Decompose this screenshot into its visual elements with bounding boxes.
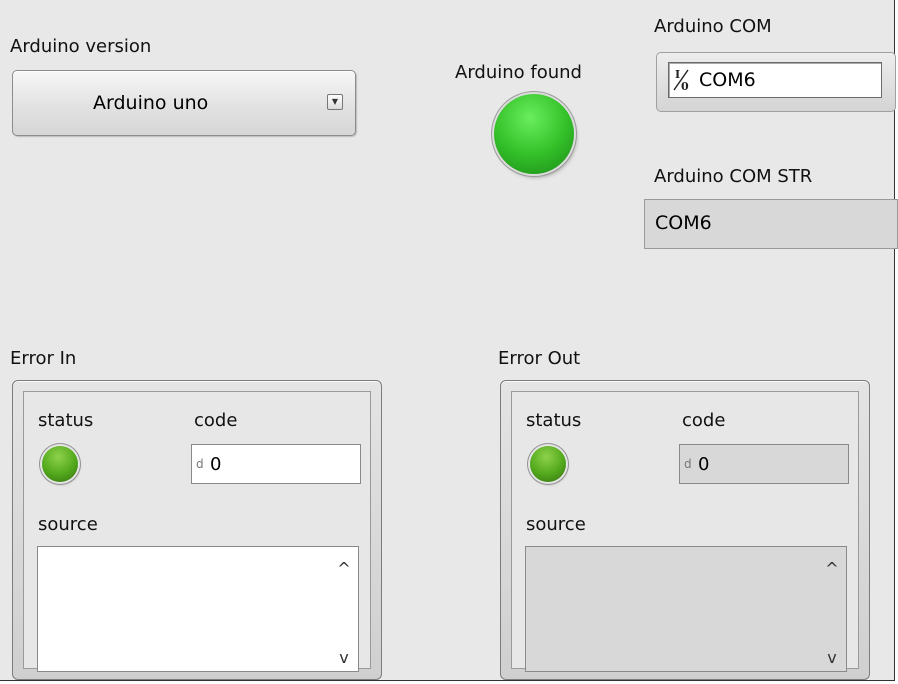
arduino-com-field[interactable]: I 0 COM6	[668, 62, 882, 98]
radix-indicator: d	[196, 457, 204, 471]
error-out-status-label: status	[526, 410, 582, 431]
visa-resource-icon: I 0	[672, 67, 692, 95]
error-in-inner: status code d 0 source ^ v	[23, 391, 371, 672]
svg-text:0: 0	[681, 80, 689, 93]
arduino-found-led	[494, 94, 574, 174]
arduino-com-value: COM6	[699, 69, 756, 91]
front-panel: Arduino version Arduino uno ▼ Arduino fo…	[0, 0, 898, 681]
arduino-version-label: Arduino version	[10, 36, 152, 57]
error-in-source-label: source	[38, 514, 98, 535]
error-in-code-value: 0	[210, 454, 222, 475]
arduino-com-str-value: COM6	[655, 212, 712, 234]
svg-text:I: I	[675, 68, 680, 81]
error-out-code-field: d 0	[679, 444, 849, 484]
error-in-cluster: status code d 0 source ^ v	[12, 380, 382, 680]
arduino-version-dropdown[interactable]: Arduino uno ▼	[12, 70, 356, 136]
error-out-source-label: source	[526, 514, 586, 535]
error-out-source-field: ^ v	[525, 546, 847, 672]
arduino-version-value: Arduino uno	[93, 92, 209, 114]
error-out-inner: status code d 0 source ^ v	[511, 391, 859, 672]
chevron-down-icon[interactable]: ▼	[327, 94, 343, 110]
error-out-code-value: 0	[698, 454, 710, 475]
error-in-status-label: status	[38, 410, 94, 431]
error-out-cluster: status code d 0 source ^ v	[500, 380, 870, 680]
scroll-down-icon[interactable]: v	[820, 648, 844, 667]
arduino-com-label: Arduino COM	[654, 16, 772, 37]
arduino-com-str-indicator: COM6	[644, 199, 898, 249]
error-out-scrollbar[interactable]: ^ v	[820, 549, 844, 669]
scroll-up-icon[interactable]: ^	[332, 559, 356, 578]
scroll-up-icon[interactable]: ^	[820, 559, 844, 578]
scroll-down-icon[interactable]: v	[332, 648, 356, 667]
error-out-status-led	[530, 446, 566, 482]
arduino-com-str-label: Arduino COM STR	[654, 166, 813, 187]
error-out-code-label: code	[682, 410, 726, 431]
error-in-code-field[interactable]: d 0	[191, 444, 361, 484]
radix-indicator: d	[684, 457, 692, 471]
arduino-com-control[interactable]: I 0 COM6	[656, 52, 896, 112]
error-in-status-led[interactable]	[42, 446, 78, 482]
error-in-scrollbar[interactable]: ^ v	[332, 549, 356, 669]
error-in-source-field[interactable]: ^ v	[37, 546, 359, 672]
error-in-title: Error In	[10, 348, 77, 369]
arduino-found-label: Arduino found	[455, 62, 582, 83]
error-out-title: Error Out	[498, 348, 581, 369]
error-in-code-label: code	[194, 410, 238, 431]
